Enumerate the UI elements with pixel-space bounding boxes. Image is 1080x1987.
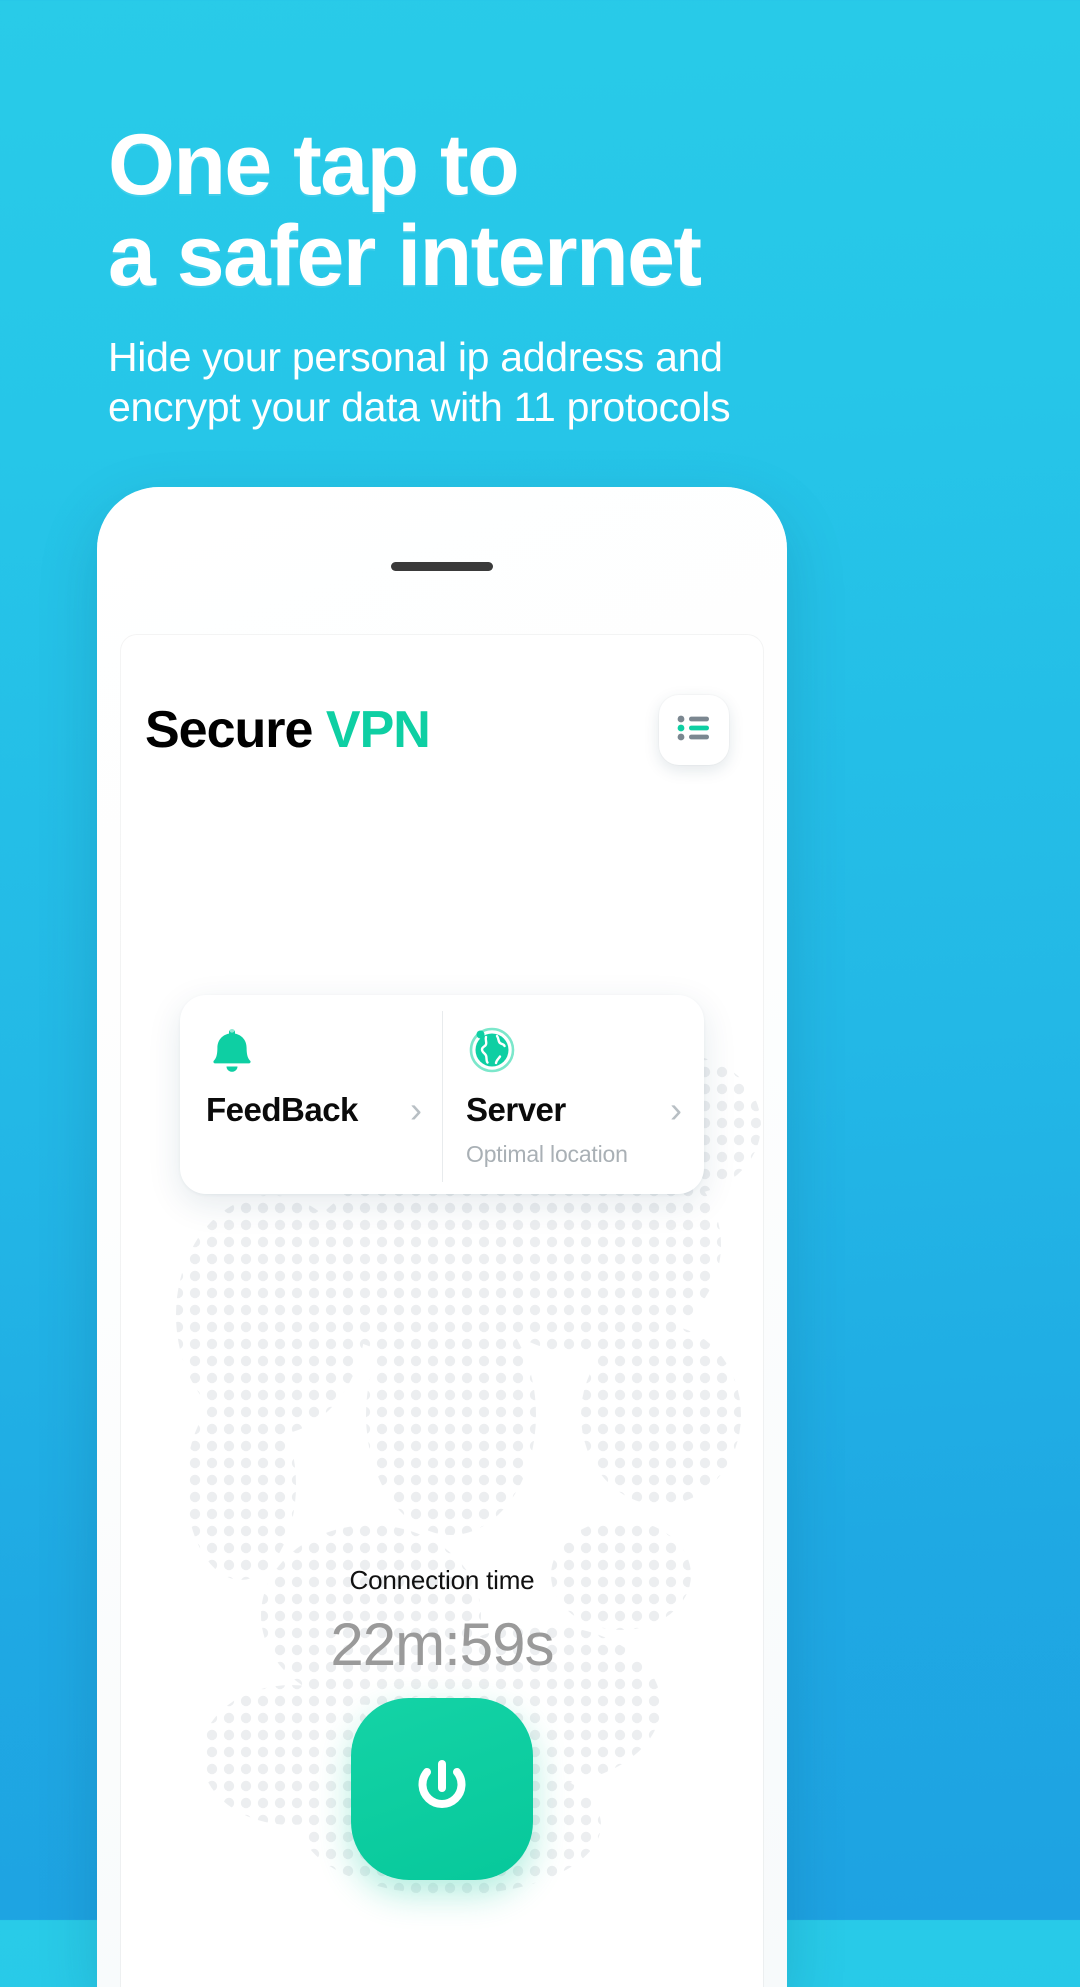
app-screen: Secure VPN FeedBack › Server › Optimal l…	[121, 635, 763, 1987]
promo-headline: One tap to a safer internet	[108, 117, 702, 305]
power-icon	[405, 1750, 479, 1829]
globe-icon	[466, 1023, 682, 1075]
server-list-button[interactable]	[659, 695, 729, 765]
chevron-right-icon: ›	[410, 1089, 422, 1130]
promo-subtitle: Hide your personal ip address and encryp…	[108, 334, 731, 431]
phone-mockup: Secure VPN FeedBack › Server › Optimal l…	[97, 487, 787, 1987]
connection-time-block: Connection time 22m:59s	[121, 1565, 763, 1679]
connection-time-label: Connection time	[349, 1565, 535, 1595]
feedback-label: FeedBack	[206, 1091, 358, 1128]
list-icon	[677, 715, 711, 746]
promo-block: One tap to a safer internet Hide your pe…	[108, 117, 988, 432]
server-subtitle: Optimal location	[466, 1141, 628, 1167]
app-title: Secure VPN	[145, 700, 431, 760]
app-header: Secure VPN	[121, 635, 763, 825]
app-title-accent: VPN	[325, 701, 431, 759]
chevron-right-icon: ›	[670, 1089, 682, 1130]
connection-time-value: 22m:59s	[330, 1611, 554, 1678]
vpn-power-button[interactable]	[351, 1698, 533, 1880]
phone-speaker-icon	[391, 562, 493, 571]
app-title-primary: Secure	[145, 701, 313, 759]
server-label: Server	[466, 1091, 566, 1128]
quick-actions-card: FeedBack › Server › Optimal location	[180, 995, 704, 1194]
feedback-tile[interactable]: FeedBack ›	[180, 1023, 444, 1168]
bell-icon	[206, 1023, 422, 1075]
server-tile[interactable]: Server › Optimal location	[444, 1023, 704, 1168]
